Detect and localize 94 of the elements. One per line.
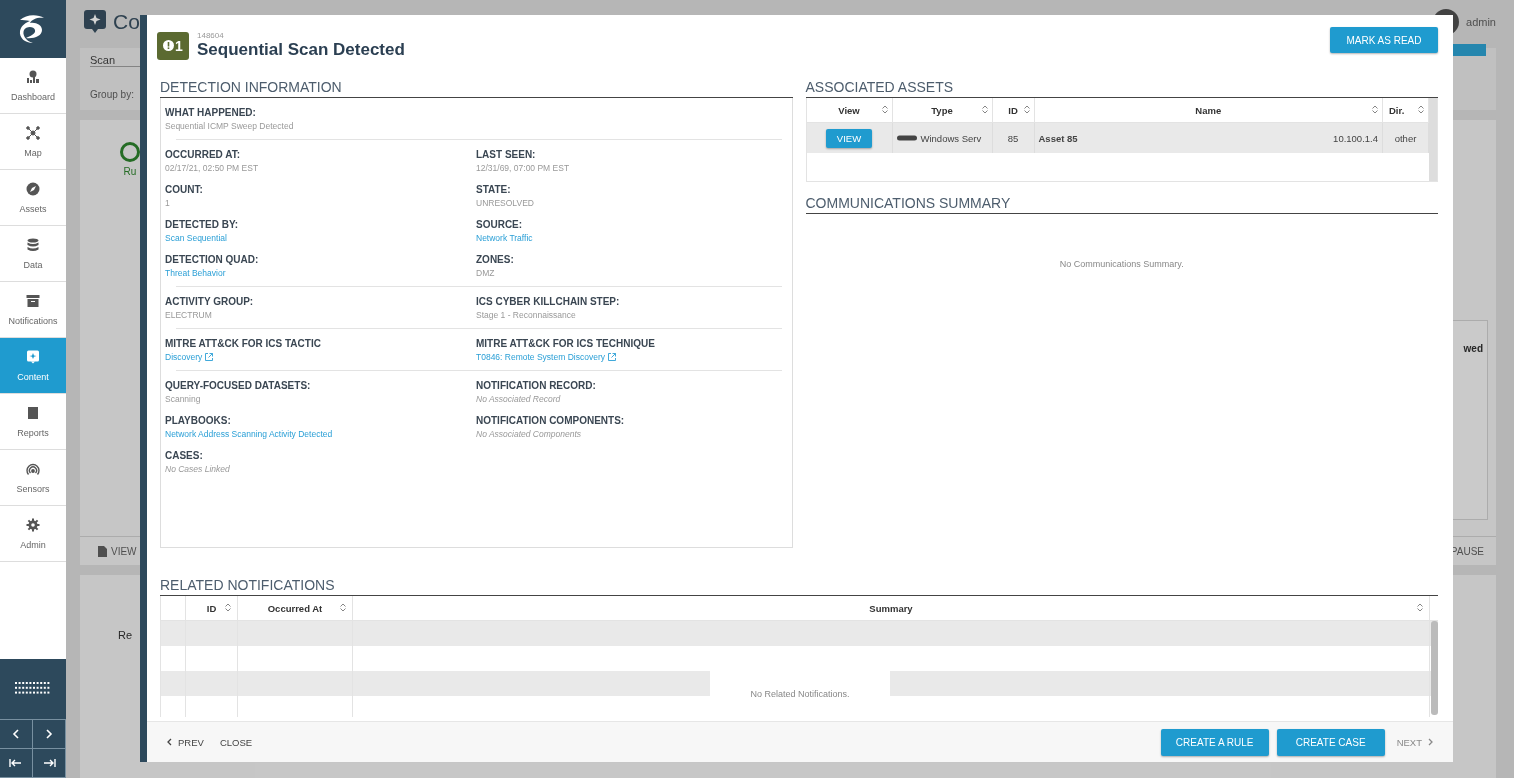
logo-drawing bbox=[0, 0, 66, 58]
field-label: WHAT HAPPENED: bbox=[165, 107, 257, 118]
section-heading: ASSOCIATED ASSETS bbox=[805, 80, 1438, 98]
field-value: ELECTRUM bbox=[165, 310, 213, 320]
chevron-left-icon bbox=[166, 738, 172, 746]
sort-icon bbox=[1418, 105, 1424, 114]
field-label: OCCURRED AT: bbox=[165, 149, 241, 160]
chevron-right-icon bbox=[45, 729, 53, 739]
field-label: COUNT: bbox=[165, 184, 204, 195]
chevron-left-icon bbox=[12, 729, 20, 739]
section-heading: COMMUNICATIONS SUMMARY bbox=[805, 196, 1438, 214]
field-value: No Cases Linked bbox=[165, 464, 231, 474]
alert-icon bbox=[163, 40, 175, 51]
scrollbar[interactable] bbox=[1429, 98, 1437, 181]
document-icon bbox=[98, 545, 107, 557]
sort-icon bbox=[1417, 603, 1423, 612]
field-value: Sequential ICMP Sweep Detected bbox=[165, 121, 295, 131]
close-button[interactable]: CLOSE bbox=[215, 736, 257, 748]
column-header[interactable]: Name bbox=[1034, 98, 1383, 122]
field-value: 02/17/21, 02:50 PM EST bbox=[165, 163, 260, 173]
field-label: PLAYBOOKS: bbox=[165, 415, 232, 426]
column-header[interactable]: View bbox=[806, 98, 893, 122]
compass-icon bbox=[26, 181, 40, 196]
field-value: 1 bbox=[165, 198, 171, 208]
field-value: No Associated Record bbox=[476, 394, 562, 404]
field-label: STATE: bbox=[476, 184, 512, 195]
scrollbar[interactable] bbox=[1431, 621, 1438, 715]
field-label: NOTIFICATION COMPONENTS: bbox=[476, 415, 626, 426]
column-header[interactable]: Type bbox=[892, 98, 993, 122]
sort-icon bbox=[225, 603, 231, 612]
field-label: LAST SEEN: bbox=[476, 149, 537, 160]
card-text: Re bbox=[118, 629, 133, 641]
sort-icon bbox=[981, 105, 988, 114]
table-cell: Windows Serv bbox=[920, 132, 982, 144]
field-label: SOURCE: bbox=[476, 219, 524, 230]
notification-id: 148604 bbox=[197, 31, 225, 40]
previous-button[interactable]: PREV bbox=[162, 736, 208, 748]
group-by-label: Group by: bbox=[90, 89, 135, 100]
server-icon bbox=[896, 135, 917, 141]
status-ring-icon bbox=[120, 142, 140, 162]
field-label: MITRE ATT&CK FOR ICS TECHNIQUE bbox=[476, 338, 656, 349]
section-heading: RELATED NOTIFICATIONS bbox=[160, 578, 1438, 596]
field-label: CASES: bbox=[165, 450, 204, 461]
first-page-icon bbox=[9, 758, 23, 768]
external-link-icon bbox=[607, 353, 616, 361]
field-label: ICS CYBER KILLCHAIN STEP: bbox=[476, 296, 621, 307]
map-icon bbox=[26, 125, 40, 140]
book-icon bbox=[26, 405, 40, 420]
dashboard-icon bbox=[26, 69, 40, 84]
gear-icon bbox=[26, 517, 40, 532]
table-header: wed bbox=[1462, 343, 1484, 354]
sort-icon bbox=[1023, 105, 1030, 114]
table-cell: Asset 85 bbox=[1038, 132, 1078, 144]
pause-button[interactable]: PAUSE bbox=[1450, 545, 1484, 557]
severity-badge: 1 bbox=[157, 31, 189, 60]
field-value: Stage 1 - Reconnaissance bbox=[476, 310, 577, 320]
archive-icon bbox=[26, 293, 40, 308]
last-page-icon bbox=[42, 758, 56, 768]
column-header[interactable]: ID bbox=[992, 98, 1035, 122]
status-text: Ru bbox=[123, 166, 137, 177]
field-label: DETECTED BY: bbox=[165, 219, 240, 230]
column-header[interactable]: Occurred At bbox=[267, 602, 323, 614]
content-icon bbox=[26, 349, 40, 364]
field-label: MITRE ATT&CK FOR ICS TACTIC bbox=[165, 338, 322, 349]
sort-icon bbox=[1372, 105, 1378, 114]
section-heading: DETECTION INFORMATION bbox=[160, 80, 793, 98]
field-value: UNRESOLVED bbox=[476, 198, 535, 208]
field-value: 12/31/69, 07:00 PM EST bbox=[476, 163, 571, 173]
chevron-right-icon bbox=[1428, 738, 1434, 746]
field-label: QUERY-FOCUSED DATASETS: bbox=[165, 380, 312, 391]
user-menu[interactable]: admin bbox=[1466, 16, 1496, 28]
signal-icon bbox=[26, 461, 40, 476]
field-value: No Associated Components bbox=[476, 429, 583, 439]
field-label: NOTIFICATION RECORD: bbox=[476, 380, 597, 391]
page-title: Co bbox=[113, 10, 140, 34]
apps-grid-icon[interactable] bbox=[15, 682, 51, 696]
table-cell: other bbox=[1394, 132, 1417, 144]
content-icon bbox=[84, 10, 106, 34]
external-link-icon bbox=[205, 353, 214, 361]
field-label: ZONES: bbox=[476, 254, 515, 265]
field-label: ACTIVITY GROUP: bbox=[165, 296, 255, 307]
sort-icon bbox=[881, 105, 888, 114]
column-header[interactable]: Summary bbox=[869, 602, 913, 614]
table-cell: 85 bbox=[1007, 132, 1019, 144]
table-cell: 10.100.1.4 bbox=[1333, 132, 1378, 144]
view-button[interactable]: VIEW bbox=[98, 545, 137, 557]
dialog-title: Sequential Scan Detected bbox=[197, 40, 406, 60]
empty-message: No Communications Summary. bbox=[1059, 259, 1184, 269]
column-header[interactable]: ID bbox=[206, 602, 217, 614]
field-label: DETECTION QUAD: bbox=[165, 254, 260, 265]
sort-icon bbox=[340, 603, 346, 612]
field-value: Scanning bbox=[165, 394, 202, 404]
database-icon bbox=[26, 237, 40, 252]
field-value: DMZ bbox=[476, 268, 496, 278]
